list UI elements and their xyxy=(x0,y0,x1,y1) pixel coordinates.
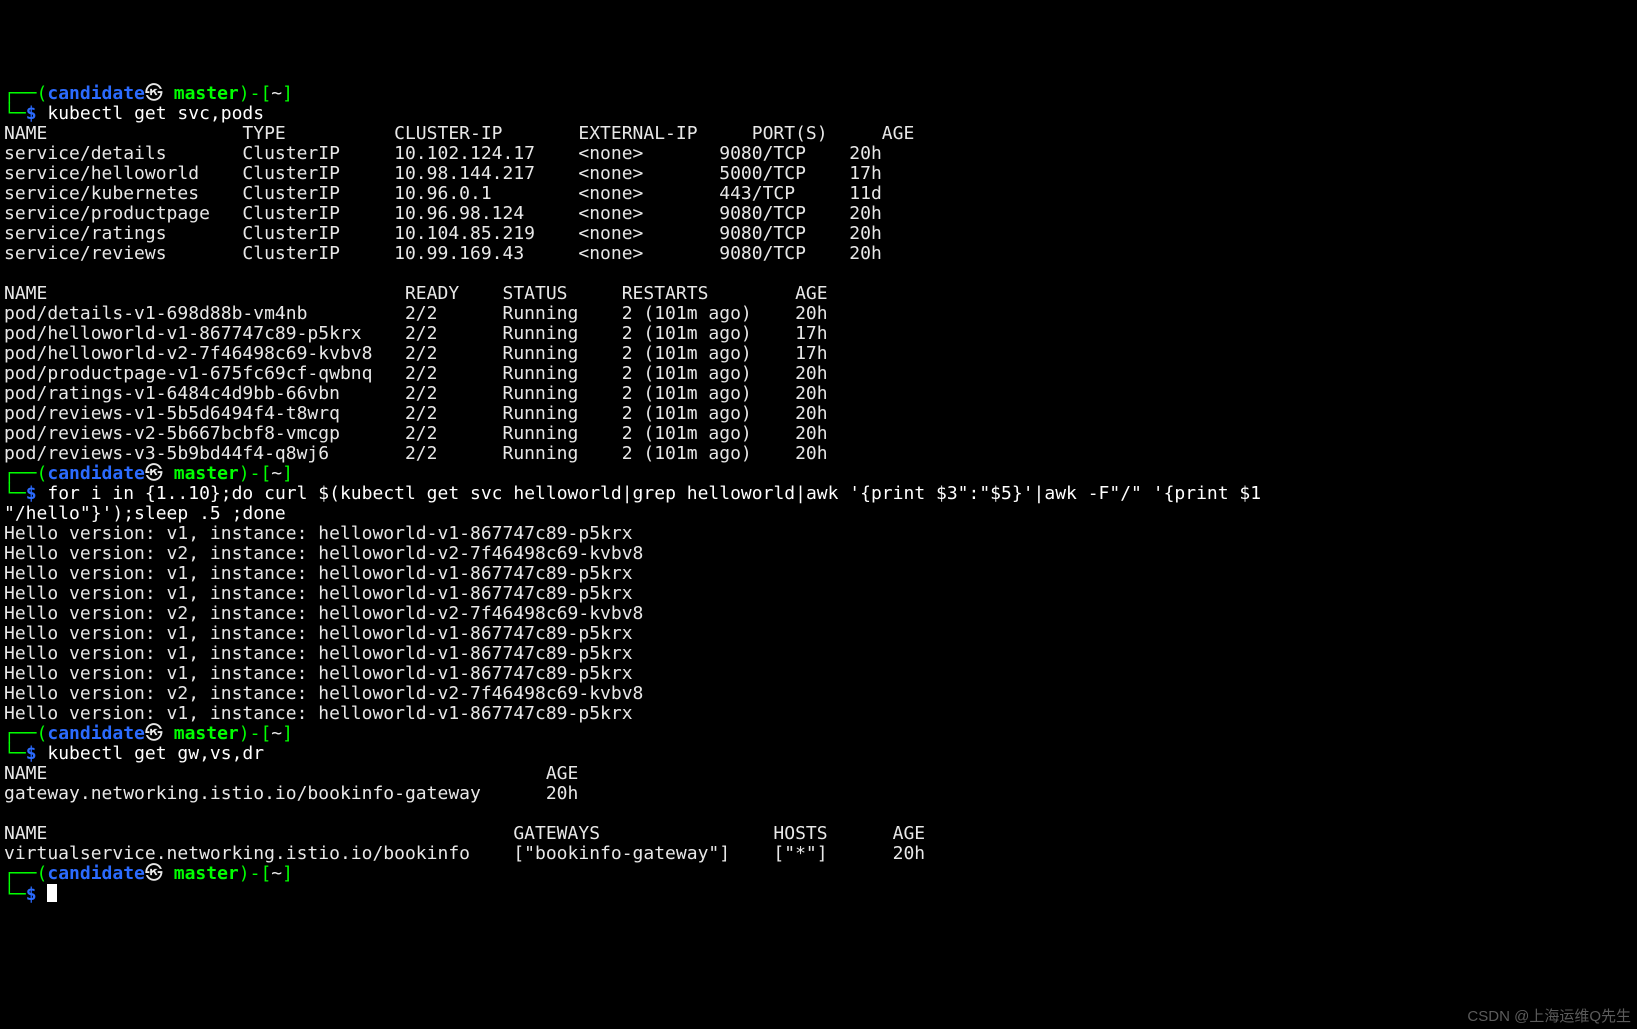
curl-output-line: Hello version: v1, instance: helloworld-… xyxy=(4,643,633,664)
pod-row: pod/helloworld-v2-7f46498c69-kvbv8 2/2 R… xyxy=(4,343,828,364)
pod-row: pod/productpage-v1-675fc69cf-qwbnq 2/2 R… xyxy=(4,363,828,384)
curl-output-line: Hello version: v1, instance: helloworld-… xyxy=(4,663,633,684)
svc-row: service/ratings ClusterIP 10.104.85.219 … xyxy=(4,223,882,244)
pod-header: NAME READY STATUS RESTARTS AGE xyxy=(4,283,828,304)
vs-header: NAME GATEWAYS HOSTS AGE xyxy=(4,823,925,844)
command-line[interactable]: └─$ for i in {1..10};do curl $(kubectl g… xyxy=(4,484,1633,504)
command-line[interactable]: └─$ kubectl get svc,pods xyxy=(4,104,1633,124)
command-line[interactable]: └─$ xyxy=(4,884,1633,905)
prompt-line: ┌──(candidate㉿ master)-[~] xyxy=(4,464,1633,484)
prompt-line: ┌──(candidate㉿ master)-[~] xyxy=(4,864,1633,884)
curl-output-line: Hello version: v1, instance: helloworld-… xyxy=(4,703,633,724)
pod-row: pod/reviews-v3-5b9bd44f4-q8wj6 2/2 Runni… xyxy=(4,443,828,464)
pod-row: pod/reviews-v1-5b5d6494f4-t8wrq 2/2 Runn… xyxy=(4,403,828,424)
svc-row: service/reviews ClusterIP 10.99.169.43 <… xyxy=(4,243,882,264)
terminal-output[interactable]: ┌──(candidate㉿ master)-[~]└─$ kubectl ge… xyxy=(4,84,1633,905)
svc-header: NAME TYPE CLUSTER-IP EXTERNAL-IP PORT(S)… xyxy=(4,123,914,144)
curl-output-line: Hello version: v2, instance: helloworld-… xyxy=(4,603,643,624)
pod-row: pod/ratings-v1-6484c4d9bb-66vbn 2/2 Runn… xyxy=(4,383,828,404)
curl-output-line: Hello version: v1, instance: helloworld-… xyxy=(4,623,633,644)
pod-row: pod/details-v1-698d88b-vm4nb 2/2 Running… xyxy=(4,303,828,324)
vs-row: virtualservice.networking.istio.io/booki… xyxy=(4,843,925,864)
curl-output-line: Hello version: v2, instance: helloworld-… xyxy=(4,683,643,704)
curl-output-line: Hello version: v1, instance: helloworld-… xyxy=(4,523,633,544)
command-continuation[interactable]: "/hello"}');sleep .5 ;done xyxy=(4,503,286,524)
pod-row: pod/helloworld-v1-867747c89-p5krx 2/2 Ru… xyxy=(4,323,828,344)
curl-output-line: Hello version: v2, instance: helloworld-… xyxy=(4,543,643,564)
gw-row: gateway.networking.istio.io/bookinfo-gat… xyxy=(4,783,578,804)
command-line[interactable]: └─$ kubectl get gw,vs,dr xyxy=(4,744,1633,764)
curl-output-line: Hello version: v1, instance: helloworld-… xyxy=(4,563,633,584)
pod-row: pod/reviews-v2-5b667bcbf8-vmcgp 2/2 Runn… xyxy=(4,423,828,444)
watermark-label: CSDN @上海运维Q先生 xyxy=(1467,1007,1631,1027)
cursor xyxy=(47,884,57,902)
svc-row: service/helloworld ClusterIP 10.98.144.2… xyxy=(4,163,882,184)
svc-row: service/kubernetes ClusterIP 10.96.0.1 <… xyxy=(4,183,882,204)
prompt-line: ┌──(candidate㉿ master)-[~] xyxy=(4,84,1633,104)
gw-header: NAME AGE xyxy=(4,763,578,784)
svc-row: service/details ClusterIP 10.102.124.17 … xyxy=(4,143,882,164)
prompt-line: ┌──(candidate㉿ master)-[~] xyxy=(4,724,1633,744)
curl-output-line: Hello version: v1, instance: helloworld-… xyxy=(4,583,633,604)
svc-row: service/productpage ClusterIP 10.96.98.1… xyxy=(4,203,882,224)
